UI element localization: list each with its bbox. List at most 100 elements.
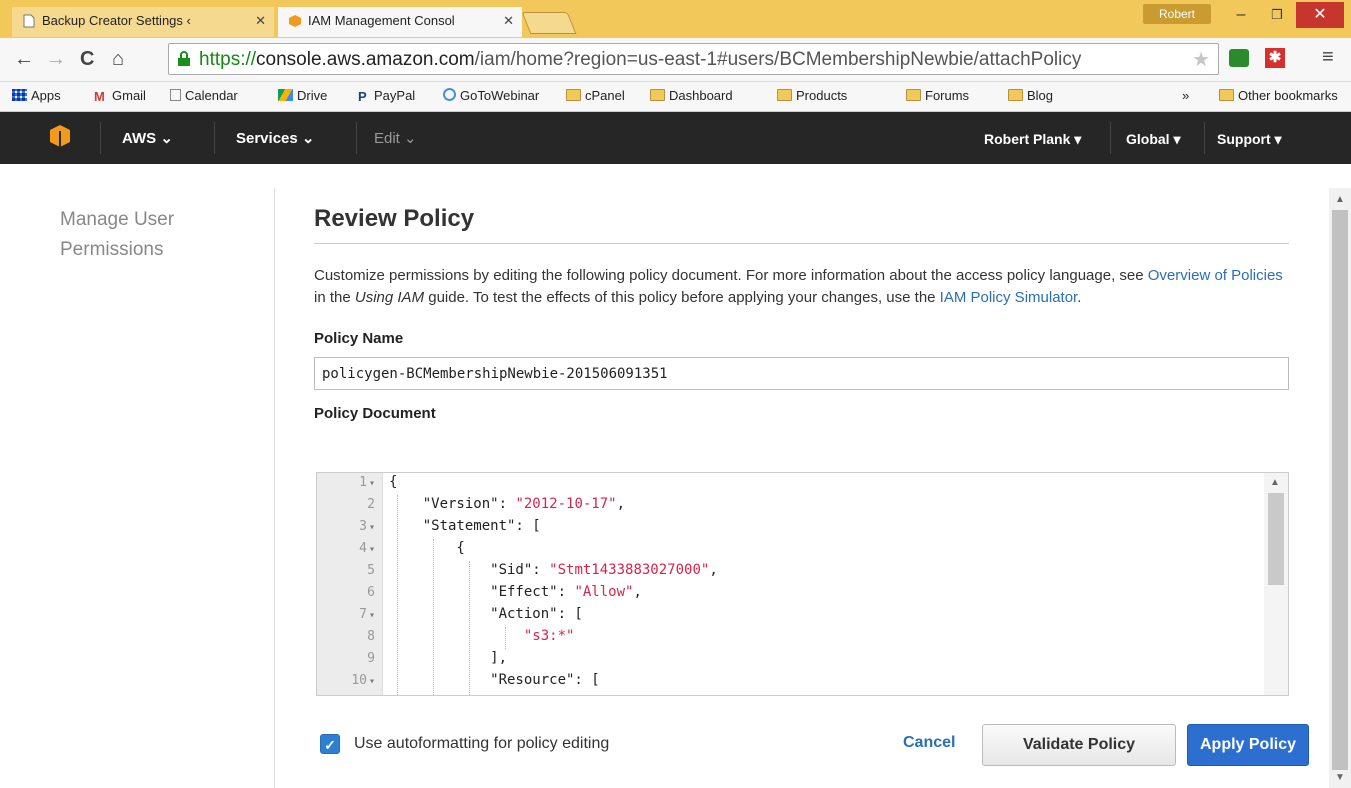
tab-close-icon[interactable]: ✕: [503, 7, 514, 35]
aws-cube-icon[interactable]: [48, 124, 72, 148]
folder-icon: [777, 89, 792, 101]
tab-backup-creator[interactable]: Backup Creator Settings ‹ ✕: [12, 7, 274, 37]
fold-toggle-icon[interactable]: ▾: [369, 610, 375, 621]
fold-toggle-icon[interactable]: ▾: [369, 522, 375, 533]
code-line: {: [389, 540, 465, 556]
scroll-up-icon[interactable]: ▲: [1335, 194, 1345, 205]
page-title: Review Policy: [314, 205, 1289, 244]
bookmark-gmail[interactable]: M Gmail: [94, 88, 146, 104]
nav-divider: [214, 122, 215, 154]
extension-icon[interactable]: [1229, 49, 1249, 67]
browser-toolbar: ← → C ⌂ https://console.aws.amazon.com/i…: [0, 38, 1351, 82]
iam-policy-simulator-link[interactable]: IAM Policy Simulator: [940, 289, 1078, 306]
bookmark-paypal[interactable]: P PayPal: [358, 88, 415, 104]
autoformat-label: Use autoformatting for policy editing: [354, 735, 610, 752]
sidebar-divider: [274, 188, 275, 788]
menu-icon[interactable]: ≡: [1322, 46, 1334, 69]
line-number: 1 ▾: [359, 475, 375, 490]
forward-icon[interactable]: →: [46, 48, 66, 71]
line-number: 2: [367, 497, 375, 512]
reload-icon[interactable]: C: [80, 48, 94, 71]
profile-badge[interactable]: Robert: [1143, 4, 1211, 24]
chevron-down-icon: ⌄: [301, 130, 315, 147]
bookmark-apps[interactable]: Apps: [12, 88, 61, 103]
bookmark-star-icon[interactable]: ★: [1192, 47, 1210, 72]
line-number: 9: [367, 651, 375, 666]
minimize-icon[interactable]: ‒: [1222, 2, 1260, 28]
folder-icon: [1008, 89, 1023, 101]
nav-support-menu[interactable]: Support ▾: [1217, 131, 1282, 148]
folder-icon: [1219, 89, 1234, 101]
nav-region-menu[interactable]: Global ▾: [1126, 131, 1180, 148]
page-scrollbar[interactable]: ▲ ▼: [1329, 188, 1351, 788]
autoformat-checkbox[interactable]: ✓: [320, 734, 340, 754]
bookmark-other[interactable]: Other bookmarks: [1219, 88, 1338, 103]
fold-toggle-icon[interactable]: ▾: [369, 676, 375, 687]
tab-iam-console[interactable]: IAM Management Consol ✕: [278, 7, 522, 37]
maximize-icon[interactable]: ❐: [1258, 2, 1296, 28]
fold-toggle-icon[interactable]: ▾: [369, 478, 375, 489]
policy-document-editor[interactable]: 1 ▾ 2 3 ▾ 4 ▾ 5 6 7 ▾ 8 9 10 ▾ { "Version": "2012-10-1…: [316, 472, 1289, 696]
aws-cube-icon: [289, 15, 301, 27]
indent-guide: [433, 539, 434, 695]
page-scrollbar-thumb[interactable]: [1332, 210, 1348, 770]
sidebar-title: Manage User Permissions: [60, 209, 175, 260]
apply-policy-button[interactable]: Apply Policy: [1187, 724, 1309, 766]
chevron-down-icon: ⌄: [160, 130, 173, 147]
apps-grid-icon: [12, 89, 27, 101]
bookmark-forums[interactable]: Forums: [906, 88, 969, 103]
page-description: Customize permissions by editing the fol…: [314, 267, 1283, 306]
scroll-up-icon[interactable]: ▲: [1270, 477, 1280, 488]
cancel-button[interactable]: Cancel: [903, 734, 955, 752]
nav-divider: [356, 122, 357, 154]
editor-scrollbar[interactable]: ▲: [1264, 473, 1288, 695]
nav-edit-menu[interactable]: Edit ⌄: [374, 129, 417, 147]
close-window-icon[interactable]: ✕: [1296, 2, 1344, 28]
extension-icon[interactable]: ✱: [1265, 48, 1285, 68]
gotowebinar-icon: [443, 88, 456, 101]
line-number: 8: [367, 629, 375, 644]
code-line: "Action": [: [389, 606, 583, 622]
code-line: "Version": "2012-10-17",: [389, 496, 626, 512]
bookmark-drive[interactable]: Drive: [278, 88, 327, 103]
code-line: "s3:*": [523, 628, 575, 644]
address-bar[interactable]: https://console.aws.amazon.com/iam/home?…: [168, 43, 1219, 75]
bookmark-blog[interactable]: Blog: [1008, 88, 1053, 103]
back-icon[interactable]: ←: [14, 48, 34, 71]
new-tab-button[interactable]: [521, 12, 577, 34]
gmail-icon: M: [94, 89, 105, 104]
home-icon[interactable]: ⌂: [112, 48, 124, 71]
nav-divider: [1204, 122, 1205, 154]
code-line: ],: [389, 650, 508, 666]
editor-scrollbar-thumb[interactable]: [1268, 493, 1284, 585]
bookmark-calendar[interactable]: Calendar: [170, 88, 238, 103]
indent-guide: [505, 627, 506, 649]
fold-toggle-icon[interactable]: ▾: [369, 544, 375, 555]
policy-name-input[interactable]: [314, 357, 1289, 390]
page-icon: [23, 14, 35, 28]
aws-navbar: AWS ⌄ Services ⌄ Edit ⌄ Robert Plank ▾ G…: [0, 112, 1351, 164]
nav-aws-menu[interactable]: AWS ⌄: [122, 129, 173, 147]
tab-title: Backup Creator Settings ‹: [42, 13, 191, 28]
overview-of-policies-link[interactable]: Overview of Policies: [1148, 267, 1283, 284]
browser-tabstrip: Backup Creator Settings ‹ ✕ IAM Manageme…: [0, 0, 1351, 38]
nav-services-menu[interactable]: Services ⌄: [236, 129, 314, 147]
line-number: 10 ▾: [351, 673, 375, 688]
policy-name-label: Policy Name: [314, 330, 404, 347]
indent-guide: [469, 561, 470, 695]
bookmarks-overflow[interactable]: »: [1182, 88, 1189, 103]
nav-divider: [1110, 122, 1111, 154]
tab-title: IAM Management Consol: [308, 13, 455, 28]
bookmark-products[interactable]: Products: [777, 88, 847, 103]
scroll-down-icon[interactable]: ▼: [1335, 772, 1345, 783]
nav-user-menu[interactable]: Robert Plank ▾: [984, 131, 1081, 148]
bookmark-cpanel[interactable]: cPanel: [566, 88, 625, 103]
folder-icon: [906, 89, 921, 101]
validate-policy-button[interactable]: Validate Policy: [982, 724, 1176, 766]
line-number: 7 ▾: [359, 607, 375, 622]
bookmark-gotowebinar[interactable]: GoToWebinar: [443, 88, 539, 103]
bookmark-dashboard[interactable]: Dashboard: [650, 88, 733, 103]
tab-close-icon[interactable]: ✕: [255, 7, 266, 35]
folder-icon: [566, 89, 581, 101]
code-line: "Statement": [: [389, 518, 541, 534]
